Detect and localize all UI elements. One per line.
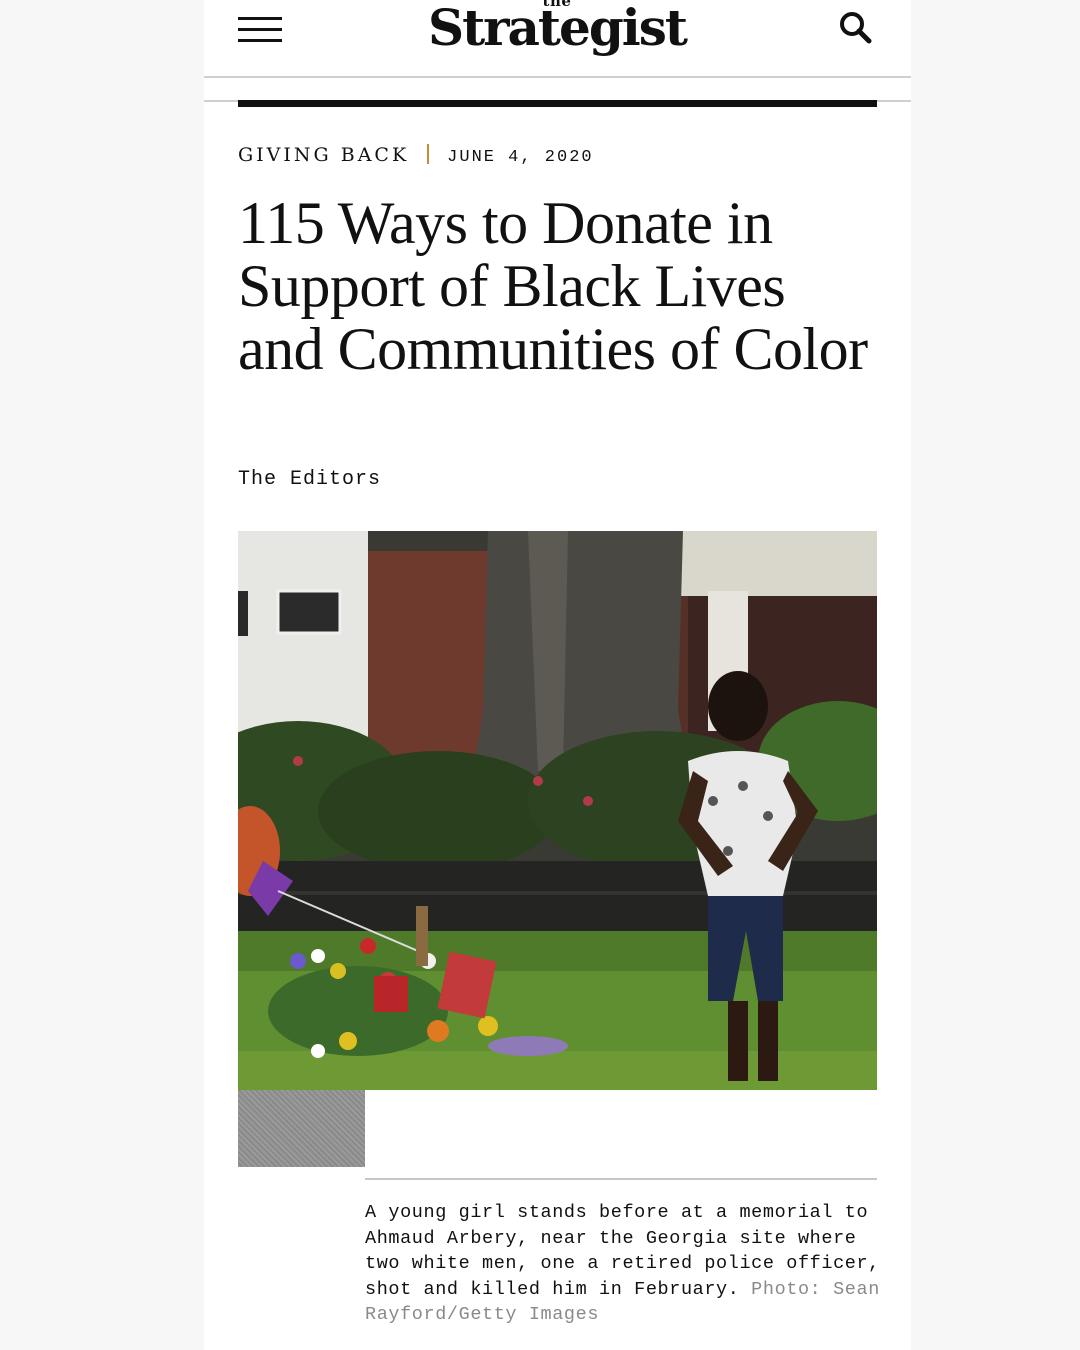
- article-headline: 115 Ways to Donate in Support of Black L…: [238, 190, 868, 382]
- article-page: the Strategist GIVING BACK JUNE 4, 2020 1…: [204, 0, 911, 1350]
- byline[interactable]: The Editors: [238, 468, 381, 491]
- publish-date: JUNE 4, 2020: [447, 148, 594, 167]
- site-logo[interactable]: the Strategist: [424, 0, 690, 62]
- article-kicker: GIVING BACK JUNE 4, 2020: [238, 144, 594, 172]
- hamburger-menu-icon[interactable]: [238, 17, 282, 43]
- road-strip: [238, 1090, 365, 1167]
- section-label[interactable]: GIVING BACK: [238, 144, 409, 166]
- site-header: the Strategist: [204, 0, 911, 78]
- lead-photo-illustration: [238, 531, 877, 1090]
- sub-navigation-bar: [204, 78, 911, 102]
- kicker-separator: [427, 144, 430, 164]
- lead-photo[interactable]: [238, 531, 877, 1090]
- photo-caption: A young girl stands before at a memorial…: [365, 1200, 885, 1328]
- search-icon[interactable]: [836, 8, 876, 48]
- section-rule: [238, 100, 877, 107]
- caption-rule: [365, 1178, 877, 1180]
- logo-wordmark: Strategist: [427, 0, 688, 57]
